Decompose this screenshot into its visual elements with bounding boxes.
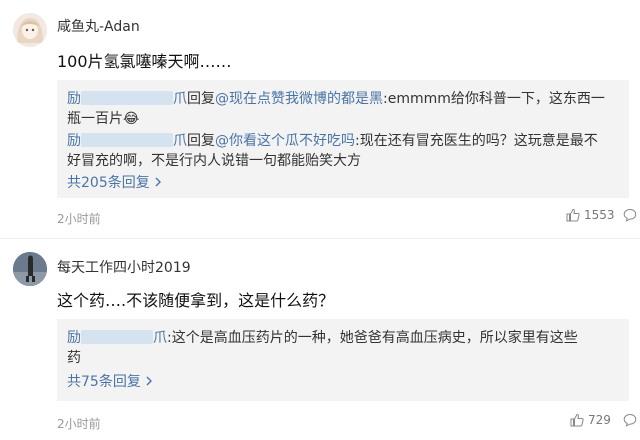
- like-button[interactable]: 729: [570, 413, 611, 427]
- username[interactable]: 每天工作四小时2019: [57, 257, 191, 277]
- avatar[interactable]: [13, 252, 47, 286]
- more-replies-label: 共75条回复: [67, 374, 141, 390]
- reply-author[interactable]: 励: [67, 91, 81, 107]
- reply-verb: 回复: [187, 91, 215, 107]
- reply-text: :现在还有冒充医生的吗？这玩意是最不: [355, 133, 598, 149]
- reply-1-line-1: 励 爪回复@现在点赞我微博的都是黑:emmmm给你科普一下，这东西一: [67, 88, 605, 108]
- comment-icon[interactable]: [623, 208, 637, 222]
- comment-text: 这个药….不该随便拿到，这是什么药？: [57, 291, 335, 310]
- replies-box[interactable]: 励 爪:这个是高血压药片的一种，她爸爸有高血压病史，所以家里有这些 药 共75条回…: [57, 319, 629, 401]
- like-button[interactable]: 1553: [566, 208, 615, 222]
- comment-1: 咸鱼丸-Adan 100片氢氯噻嗪天啊…… 励爪回复@现在点赞我微博的都是黑:e…: [0, 0, 640, 238]
- reply-text: 瓶一百片😂: [67, 111, 140, 127]
- reply-author[interactable]: 励: [67, 330, 81, 346]
- reply-1-line-2: 瓶一百片😂: [67, 108, 139, 128]
- avatar[interactable]: [13, 13, 47, 47]
- thumbs-up-icon: [566, 208, 580, 222]
- redacted-name: [81, 133, 173, 147]
- comment-text: 100片氢氯噻嗪天啊……: [57, 52, 232, 71]
- reply-1-line-1: 励 爪:这个是高血压药片的一种，她爸爸有高血压病史，所以家里有这些: [67, 327, 578, 347]
- reply-text: :这个是高血压药片的一种，她爸爸有高血压病史，所以家里有这些: [167, 330, 578, 346]
- more-replies-label: 共205条回复: [67, 175, 150, 191]
- reply-author[interactable]: 励: [67, 133, 81, 149]
- like-count: 729: [588, 413, 611, 427]
- more-replies-link[interactable]: 共205条回复: [67, 172, 162, 192]
- reply-2-line-2: 好冒充的啊，不是行内人说错一句都能贻笑大方: [67, 150, 361, 170]
- reply-2-line-1: 励 爪回复@你看这个瓜不好吃吗:现在还有冒充医生的吗？这玩意是最不: [67, 130, 598, 150]
- comment-icon[interactable]: [623, 413, 637, 427]
- comment-2: 每天工作四小时2019 这个药….不该随便拿到，这是什么药？ 励 爪:这个是高血压…: [0, 238, 640, 440]
- chevron-right-icon: [155, 177, 162, 187]
- reply-author-suffix[interactable]: 爪: [173, 133, 187, 149]
- more-replies-link[interactable]: 共75条回复: [67, 371, 153, 391]
- thumbs-up-icon: [570, 413, 584, 427]
- redacted-name: [81, 91, 173, 105]
- timestamp: 2小时前: [57, 417, 101, 431]
- reply-verb: 回复: [187, 133, 215, 149]
- redacted-name: [81, 330, 153, 344]
- mention-link[interactable]: @现在点赞我微博的都是黑: [215, 91, 383, 107]
- chevron-right-icon: [146, 376, 153, 386]
- like-count: 1553: [584, 208, 615, 222]
- timestamp: 2小时前: [57, 212, 101, 226]
- reply-author-suffix[interactable]: 爪: [173, 91, 187, 107]
- reply-author-suffix[interactable]: 爪: [153, 330, 167, 346]
- reply-text: 好冒充的啊，不是行内人说错一句都能贻笑大方: [67, 153, 361, 169]
- replies-box[interactable]: 励爪回复@现在点赞我微博的都是黑:emmmm给你科普一下，这东西一 瓶一百片😂 …: [57, 80, 629, 198]
- username[interactable]: 咸鱼丸-Adan: [57, 16, 140, 36]
- reply-text: 药: [67, 350, 81, 366]
- mention-link[interactable]: @你看这个瓜不好吃吗: [215, 133, 355, 149]
- reply-text: :emmmm给你科普一下，这东西一: [383, 91, 605, 107]
- reply-1-line-2: 药: [67, 347, 81, 367]
